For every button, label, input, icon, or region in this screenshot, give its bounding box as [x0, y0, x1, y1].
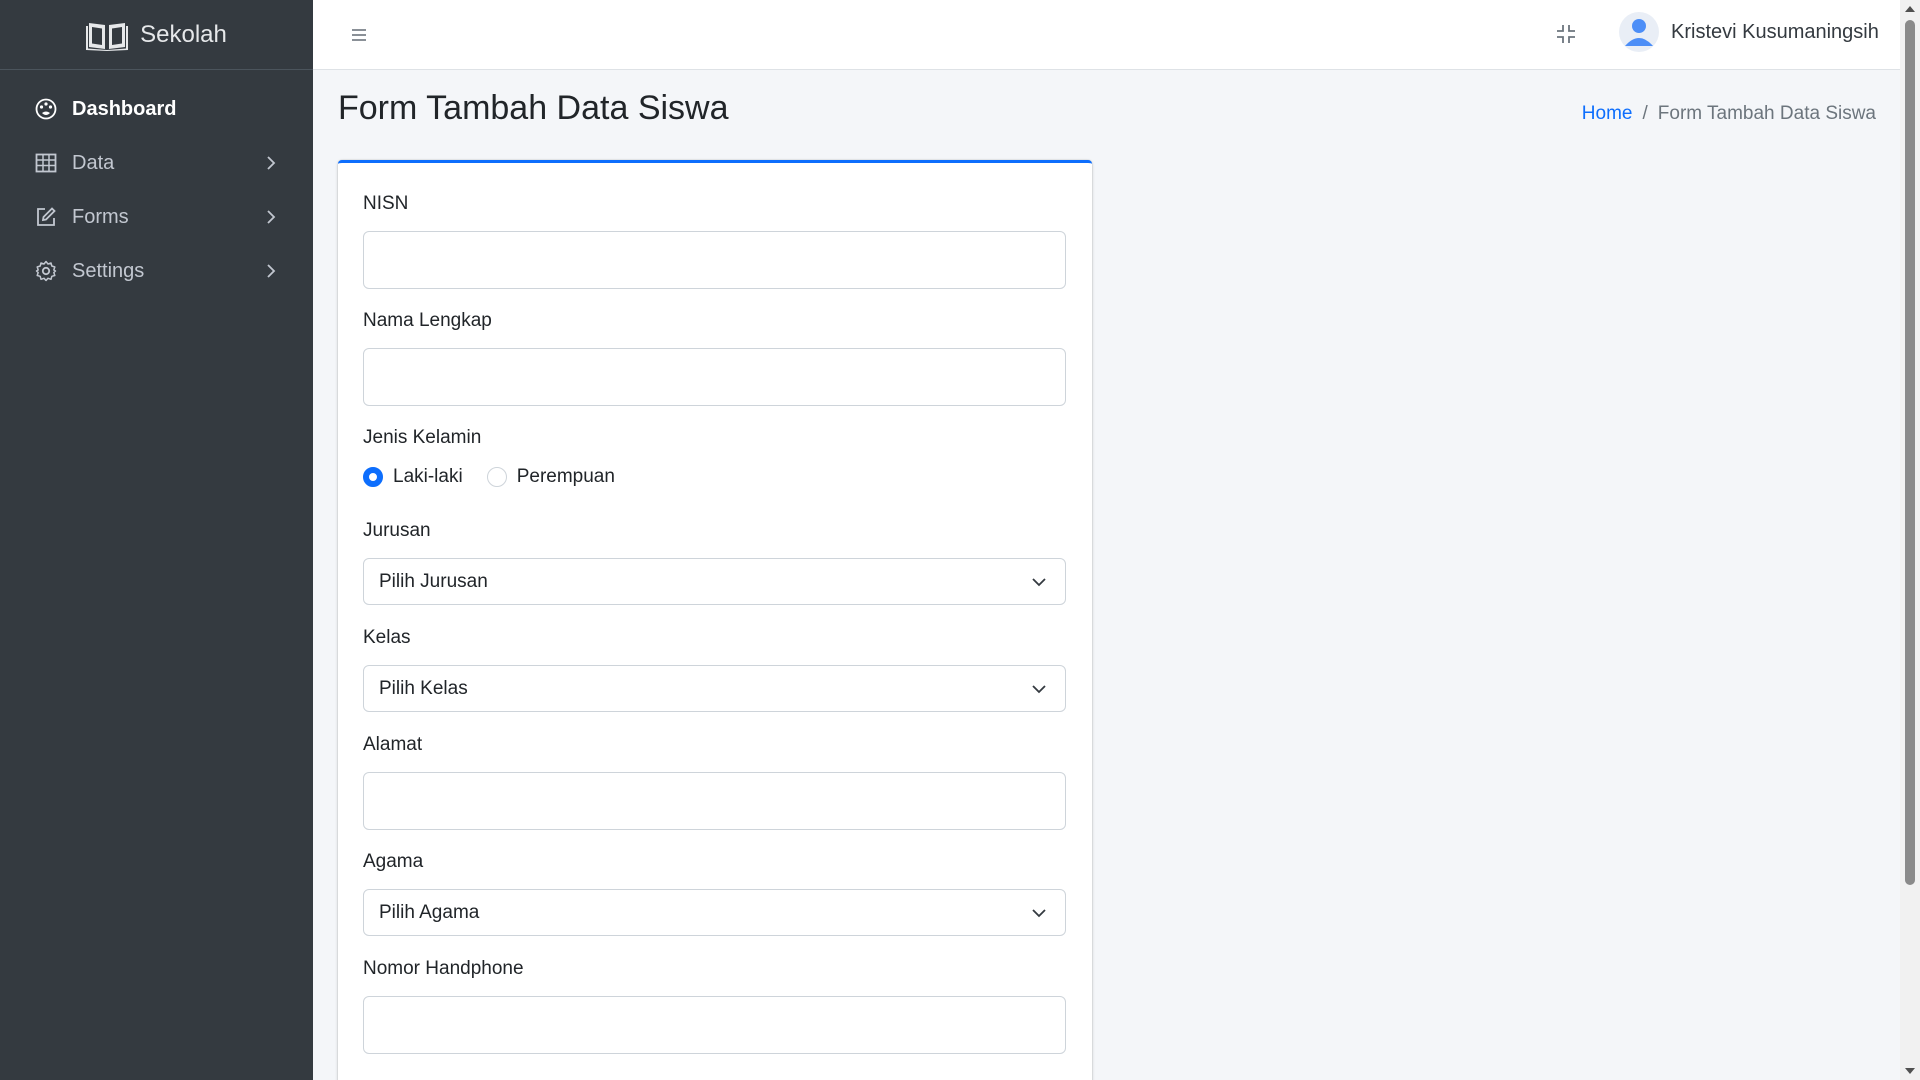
radio-perempuan[interactable]	[486, 467, 507, 487]
radio-label-laki-laki[interactable]: Laki-laki	[393, 466, 463, 488]
jurusan-select[interactable]: Pilih Jurusan	[363, 558, 1066, 605]
user-menu[interactable]: Kristevi Kusumaningsih	[1619, 12, 1879, 52]
agama-select[interactable]: Pilih Agama	[363, 889, 1066, 936]
chevron-right-icon	[267, 210, 276, 224]
page-title: Form Tambah Data Siswa	[338, 89, 729, 127]
breadcrumb: Home / Form Tambah Data Siswa	[1582, 103, 1876, 125]
nisn-label: NISN	[363, 193, 409, 214]
edit-icon	[34, 205, 58, 229]
kelas-select[interactable]: Pilih Kelas	[363, 665, 1066, 712]
scrollbar-thumb[interactable]	[1905, 20, 1915, 885]
breadcrumb-separator: /	[1642, 103, 1648, 124]
nisn-input[interactable]	[363, 231, 1066, 289]
jenis-kelamin-radio-group: Laki-laki Perempuan	[363, 466, 639, 488]
sidebar-item-settings[interactable]: Settings	[0, 244, 313, 298]
sidebar-item-label: Dashboard	[72, 97, 177, 120]
chevron-down-icon	[1032, 577, 1046, 586]
page-scrollbar[interactable]	[1900, 0, 1920, 1080]
breadcrumb-current: Form Tambah Data Siswa	[1657, 103, 1876, 124]
user-icon	[1625, 19, 1653, 46]
gear-icon	[34, 259, 58, 283]
chevron-right-icon	[267, 156, 276, 170]
agama-select-value: Pilih Agama	[379, 901, 480, 923]
alamat-input[interactable]	[363, 772, 1066, 830]
hamburger-menu-icon[interactable]	[349, 25, 369, 45]
nama-lengkap-label: Nama Lengkap	[363, 310, 492, 331]
radio-laki-laki[interactable]	[363, 467, 383, 487]
sidebar-item-label: Settings	[72, 259, 145, 282]
nomor-handphone-input[interactable]	[363, 996, 1066, 1054]
top-navbar: Kristevi Kusumaningsih	[313, 0, 1900, 70]
scroll-down-arrow-icon[interactable]	[1900, 1062, 1920, 1080]
brand-link[interactable]: Sekolah	[0, 0, 313, 70]
open-book-icon	[86, 22, 129, 51]
avatar	[1619, 12, 1659, 52]
nama-lengkap-input[interactable]	[363, 348, 1066, 406]
exit-fullscreen-icon[interactable]	[1554, 22, 1578, 46]
sidebar-item-data[interactable]: Data	[0, 136, 313, 190]
radio-label-perempuan[interactable]: Perempuan	[517, 466, 615, 488]
scroll-up-arrow-icon[interactable]	[1900, 0, 1920, 18]
jenis-kelamin-label: Jenis Kelamin	[363, 427, 482, 448]
form-card: NISN Nama Lengkap Jenis Kelamin Laki-lak…	[338, 160, 1092, 1080]
chevron-down-icon	[1032, 684, 1046, 693]
kelas-label: Kelas	[363, 627, 411, 648]
palette-icon	[34, 97, 58, 121]
kelas-select-value: Pilih Kelas	[379, 677, 468, 699]
sidebar-item-label: Forms	[72, 205, 129, 228]
user-name: Kristevi Kusumaningsih	[1671, 20, 1879, 43]
sidebar: Sekolah Dashboard Data Forms Settings	[0, 0, 313, 1080]
jurusan-label: Jurusan	[363, 520, 431, 541]
brand-name: Sekolah	[140, 20, 227, 48]
nomor-handphone-label: Nomor Handphone	[363, 958, 524, 979]
chevron-down-icon	[1032, 908, 1046, 917]
jurusan-select-value: Pilih Jurusan	[379, 570, 488, 592]
sidebar-item-label: Data	[72, 151, 115, 174]
agama-label: Agama	[363, 851, 424, 872]
table-icon	[34, 151, 58, 175]
alamat-label: Alamat	[363, 734, 423, 755]
sidebar-nav: Dashboard Data Forms Settings	[0, 70, 313, 298]
breadcrumb-home-link[interactable]: Home	[1582, 103, 1633, 125]
chevron-right-icon	[267, 264, 276, 278]
sidebar-item-dashboard[interactable]: Dashboard	[0, 82, 313, 136]
sidebar-item-forms[interactable]: Forms	[0, 190, 313, 244]
